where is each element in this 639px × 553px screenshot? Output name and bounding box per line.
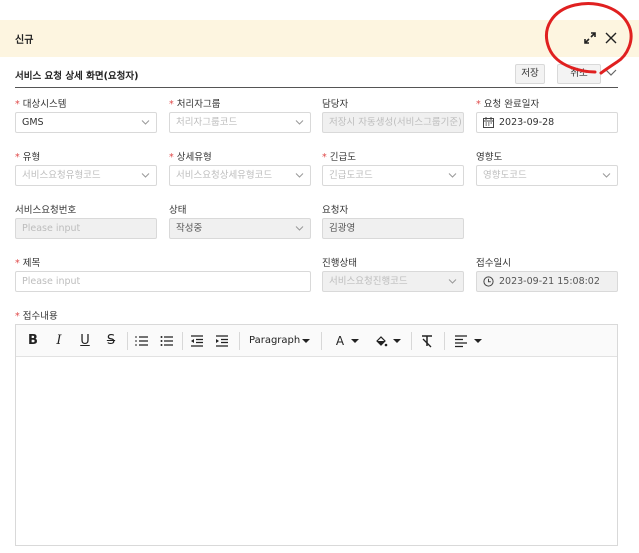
italic-icon[interactable]: I xyxy=(52,333,66,349)
assignee-label: 담당자 xyxy=(322,99,349,110)
subject-input[interactable]: Please input xyxy=(15,271,311,292)
type-label: * 유형 xyxy=(15,152,41,163)
align-icon[interactable] xyxy=(454,333,468,349)
urgency-label: * 긴급도 xyxy=(322,152,356,163)
dialog-title: 신규 xyxy=(15,35,34,46)
requester-field: 김광영 xyxy=(322,218,464,239)
progress-status-label: 진행상태 xyxy=(322,258,357,269)
chevron-down-icon xyxy=(295,226,304,231)
detail-type-select[interactable]: 서비스요청상세유형코드 xyxy=(169,165,311,186)
caret-down-icon xyxy=(302,339,310,343)
due-date-picker[interactable]: 2023-09-28 xyxy=(476,112,618,133)
toolbar-divider xyxy=(239,332,240,350)
numbered-list-icon[interactable] xyxy=(135,333,149,349)
toolbar-divider xyxy=(444,332,445,350)
due-date-value: 2023-09-28 xyxy=(499,117,555,128)
handler-group-placeholder: 처리자그룹코드 xyxy=(176,117,238,128)
caret-down-icon xyxy=(474,339,482,343)
dialog-header: 신규 xyxy=(0,20,639,57)
collapse-chevron-icon[interactable] xyxy=(605,68,617,78)
status-label: 상태 xyxy=(169,205,187,216)
status-select: 작성중 xyxy=(169,218,311,239)
chevron-down-icon xyxy=(602,173,611,178)
paragraph-dropdown[interactable]: Paragraph xyxy=(249,333,309,349)
save-button[interactable]: 저장 xyxy=(515,64,545,84)
close-icon[interactable] xyxy=(604,31,618,45)
status-value: 작성중 xyxy=(176,223,203,234)
chevron-down-icon xyxy=(141,120,150,125)
section-bar: 서비스 요청 상세 화면(요청자) 저장 취소 xyxy=(15,60,618,88)
requester-value: 김광영 xyxy=(329,223,356,234)
caret-down-icon xyxy=(393,339,401,343)
underline-icon[interactable]: U xyxy=(78,333,92,349)
toolbar-divider xyxy=(321,332,322,350)
impact-label: 영향도 xyxy=(476,152,503,163)
chevron-down-icon xyxy=(448,279,457,284)
editor-toolbar: B I U S Paragraph A xyxy=(16,325,617,357)
section-title: 서비스 요청 상세 화면(요청자) xyxy=(15,71,139,82)
assignee-value: 저장시 자동생성(서비스그룹기준) xyxy=(329,117,462,128)
toolbar-divider xyxy=(411,332,412,350)
chevron-down-icon xyxy=(295,173,304,178)
subject-label: * 제목 xyxy=(15,258,41,269)
detail-type-placeholder: 서비스요청상세유형코드 xyxy=(176,170,273,181)
chevron-down-icon xyxy=(448,173,457,178)
calendar-icon xyxy=(483,117,494,128)
target-system-label: * 대상시스템 xyxy=(15,99,67,110)
target-system-value: GMS xyxy=(22,117,44,128)
expand-icon[interactable] xyxy=(583,31,597,45)
handler-group-select[interactable]: 처리자그룹코드 xyxy=(169,112,311,133)
request-no-field: Please input xyxy=(15,218,157,239)
type-placeholder: 서비스요청유형코드 xyxy=(22,170,101,181)
highlight-icon[interactable] xyxy=(374,333,388,349)
urgency-placeholder: 긴급도코드 xyxy=(329,170,373,181)
assignee-field: 저장시 자동생성(서비스그룹기준) xyxy=(322,112,464,133)
bold-icon[interactable]: B xyxy=(26,333,40,349)
toolbar-divider xyxy=(127,332,128,350)
content-label: * 접수내용 xyxy=(15,311,58,322)
received-at-field: 2023-09-21 15:08:02 xyxy=(476,271,618,292)
cancel-button[interactable]: 취소 xyxy=(557,64,601,84)
bulleted-list-icon[interactable] xyxy=(160,333,174,349)
top-strip xyxy=(0,0,639,20)
progress-status-placeholder: 서비스요청진행코드 xyxy=(329,276,408,287)
target-system-select[interactable]: GMS xyxy=(15,112,157,133)
font-color-icon[interactable]: A xyxy=(334,333,346,349)
outdent-icon[interactable] xyxy=(190,333,204,349)
due-date-label: * 요청 완료일자 xyxy=(476,99,540,110)
type-select[interactable]: 서비스요청유형코드 xyxy=(15,165,157,186)
toolbar-divider xyxy=(182,332,183,350)
progress-status-select: 서비스요청진행코드 xyxy=(322,271,464,292)
received-at-value: 2023-09-21 15:08:02 xyxy=(499,276,600,287)
subject-placeholder: Please input xyxy=(22,276,81,287)
clear-format-icon[interactable] xyxy=(420,333,434,349)
handler-group-label: * 처리자그룹 xyxy=(169,99,221,110)
indent-icon[interactable] xyxy=(215,333,229,349)
requester-label: 요청자 xyxy=(322,205,349,216)
detail-type-label: * 상세유형 xyxy=(169,152,212,163)
impact-select[interactable]: 영향도코드 xyxy=(476,165,618,186)
caret-down-icon xyxy=(351,339,359,343)
request-no-placeholder: Please input xyxy=(22,223,81,234)
service-request-dialog: 신규 서비스 요청 상세 화면(요청자) 저장 취소 * 대상시스템 GMS * 처… xyxy=(0,0,639,553)
chevron-down-icon xyxy=(141,173,150,178)
impact-placeholder: 영향도코드 xyxy=(483,170,527,181)
received-at-label: 접수일시 xyxy=(476,258,511,269)
urgency-select[interactable]: 긴급도코드 xyxy=(322,165,464,186)
chevron-down-icon xyxy=(295,120,304,125)
clock-icon xyxy=(483,276,494,287)
rich-text-editor[interactable]: B I U S Paragraph A xyxy=(15,324,618,546)
request-no-label: 서비스요청번호 xyxy=(15,205,77,216)
strikethrough-icon[interactable]: S xyxy=(104,333,118,349)
